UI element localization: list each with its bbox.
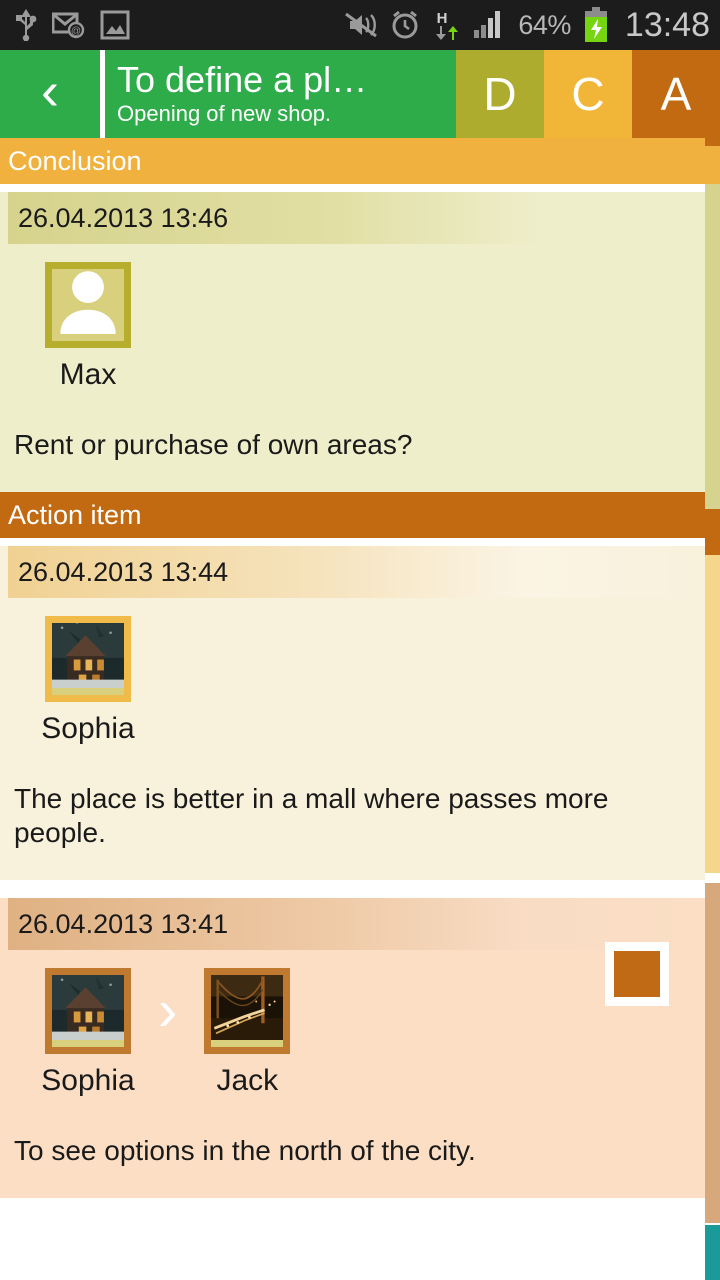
chevron-right-icon: › [158, 978, 178, 1043]
person-name: Max [59, 358, 117, 391]
status-bar-left-icons: @ [14, 9, 130, 41]
page-subtitle: Opening of new shop. [117, 101, 332, 126]
action-bar: ‹ To define a pl… Opening of new shop. D… [0, 50, 720, 138]
list-item[interactable]: 26.04.2013 13:41 Sophia › Jack To see op… [0, 898, 705, 1198]
section-header-action-item: Action item [0, 492, 705, 538]
battery-charging-icon [583, 7, 609, 43]
card-separator [0, 880, 705, 890]
card-people-row: Sophia › Jack [0, 942, 705, 1100]
status-color-chip[interactable] [605, 942, 669, 1006]
status-bar: @ H 64% 13:48 [0, 0, 720, 50]
signal-bars-icon [472, 10, 506, 40]
hspa-letter: H [437, 10, 448, 27]
section-header-conclusion: Conclusion [0, 138, 705, 184]
avatar [45, 262, 131, 348]
suspension-bridge-night-photo-avatar [211, 975, 284, 1040]
section-edge-strip [705, 138, 720, 1280]
victorian-house-night-photo-avatar [52, 623, 124, 688]
avatar [204, 968, 291, 1054]
card-text: To see options in the north of the city. [14, 1135, 476, 1166]
back-chevron-icon[interactable]: ‹ [0, 50, 100, 138]
card-people-row: Sophia [0, 598, 705, 748]
list-item[interactable]: 26.04.2013 13:44 Sophia The place is bet… [0, 546, 705, 880]
card-timestamp: 26.04.2013 13:44 [8, 546, 697, 598]
alarm-clock-icon [390, 10, 420, 40]
tab-c[interactable]: C [544, 50, 632, 138]
default-person-avatar-icon [52, 269, 124, 334]
usb-icon [14, 9, 38, 41]
battery-percent-label: 64% [518, 9, 571, 40]
card-people-row: Max [0, 244, 705, 394]
email-at-icon: @ [52, 11, 86, 39]
card-timestamp: 26.04.2013 13:41 [8, 898, 697, 950]
svg-text:@: @ [71, 26, 81, 37]
hspa-data-icon: H [432, 9, 460, 41]
vertical-scrollbar-thumb[interactable] [705, 1225, 720, 1280]
card-text: Rent or purchase of own areas? [14, 429, 413, 460]
tab-a[interactable]: A [632, 50, 720, 138]
status-bar-right-icons: H 64% 13:48 [344, 6, 710, 45]
victorian-house-night-photo-avatar [52, 975, 124, 1040]
card-timestamp: 26.04.2013 13:46 [8, 192, 697, 244]
avatar [45, 616, 131, 702]
person[interactable]: Sophia [40, 968, 136, 1098]
vibrate-mute-icon [344, 11, 378, 39]
person[interactable]: Sophia [40, 616, 136, 746]
tab-d[interactable]: D [456, 50, 544, 138]
status-bar-clock: 13:48 [624, 5, 710, 44]
card-text: The place is better in a mall where pass… [14, 783, 609, 848]
person-name: Sophia [41, 1064, 135, 1097]
person-name: Sophia [41, 712, 135, 745]
avatar [45, 968, 131, 1054]
gallery-image-icon [100, 10, 130, 40]
person[interactable]: Max [40, 262, 136, 392]
scroll-content[interactable]: Conclusion 26.04.2013 13:46 Max Rent or … [0, 138, 720, 1280]
person[interactable]: Jack [199, 968, 295, 1098]
person-name: Jack [216, 1064, 279, 1097]
list-item[interactable]: 26.04.2013 13:46 Max Rent or purchase of… [0, 192, 705, 492]
header-title-block[interactable]: To define a pl… Opening of new shop. [105, 50, 456, 138]
page-title: To define a pl… [117, 60, 368, 100]
